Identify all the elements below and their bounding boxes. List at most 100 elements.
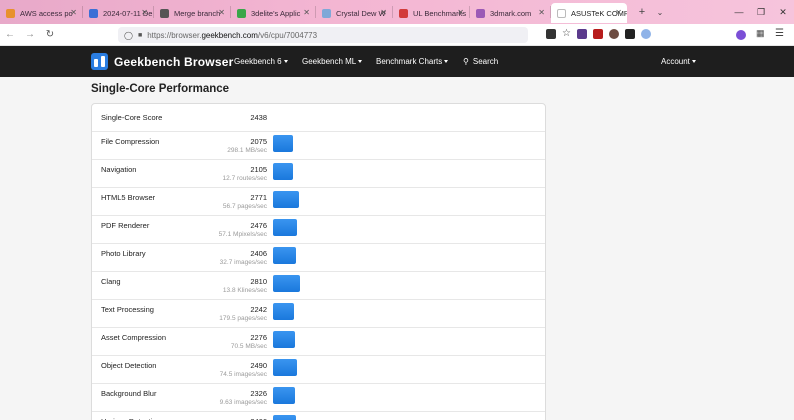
tab-favicon-icon [160,8,169,18]
extension-icon-5[interactable] [640,28,651,39]
score-bar [273,387,295,404]
back-icon[interactable]: ← [0,29,20,40]
workload-score: 2242 [250,305,267,314]
workload-name[interactable]: Asset Compression [101,333,166,342]
browser-tab[interactable]: 3dmark.com ✕ [470,3,550,23]
tab-close-icon[interactable]: ✕ [141,8,148,17]
workload-row: HTML5 Browser 2771 56.7 pages/sec [92,188,545,216]
workload-row: Object Detection 2490 74.5 images/sec [92,356,545,384]
browser-tab[interactable]: ASUSTeK COMPUTE✕ [551,3,627,23]
browser-tab[interactable]: Crystal Dew W ✕ [316,3,392,23]
score-bar [273,163,293,180]
extensions-puzzle-icon[interactable]: ▦ [756,28,765,39]
score-bar [273,331,295,348]
workload-row: Photo Library 2406 32.7 images/sec [92,244,545,272]
tab-label: Merge branch [174,8,221,18]
browser-tab[interactable]: UL Benchmarks ✕ [393,3,469,23]
tab-close-icon[interactable]: ✕ [303,8,310,17]
reload-icon[interactable]: ↻ [40,29,60,40]
url-host: geekbench.com [201,30,258,40]
workload-row: Navigation 2105 12.7 routes/sec [92,160,545,188]
geekbench-logo-icon[interactable] [91,53,108,70]
workload-throughput: 298.1 MB/sec [227,147,267,154]
workload-row: File Compression 2075 298.1 MB/sec [92,132,545,160]
tab-close-icon[interactable]: ✕ [538,8,545,17]
workload-name[interactable]: Photo Library [101,249,146,258]
score-bar [273,135,293,152]
score-bar [273,275,300,292]
workload-throughput: 13.8 Klines/sec [222,287,267,294]
tab-close-icon[interactable]: ✕ [70,8,77,17]
caret-down-icon [283,60,288,64]
workload-name[interactable]: PDF Renderer [101,221,149,230]
menu-geekbench-ml[interactable]: Geekbench ML [302,57,363,66]
workload-name[interactable]: Clang [101,277,121,286]
tab-label: AWS access po [20,8,73,18]
score-bar [273,219,297,236]
new-tab-button[interactable]: + [633,6,651,18]
menu-geekbench6[interactable]: Geekbench 6 [234,57,288,66]
minimize-icon[interactable]: — [728,7,750,17]
browser-tab[interactable]: 3delite's Applic ✕ [231,3,315,23]
workload-row: Horizon Detection2466 [92,412,545,420]
menu-benchmark-charts[interactable]: Benchmark Charts [376,57,449,66]
menu-search[interactable]: ⚲ Search [463,57,498,66]
extension-icon-3[interactable] [608,28,619,39]
workload-name[interactable]: Background Blur [101,389,156,398]
profile-avatar[interactable] [736,30,746,40]
caret-down-icon [691,60,696,64]
extension-icon-4[interactable] [624,28,635,39]
bookmark-star-icon[interactable]: ☆ [562,28,571,39]
score-bar [273,359,297,376]
workload-throughput: 74.5 images/sec [219,371,267,378]
workload-score: 2771 [250,193,267,202]
score-bar [273,415,296,420]
workload-throughput: 12.7 routes/sec [222,175,267,182]
workload-row: Background Blur 2326 9.63 images/sec [92,384,545,412]
browser-tab[interactable]: 2024-07-11 De ✕ [83,3,153,23]
address-bar[interactable]: ◯ ■ https://browser. geekbench.com/v6/cpu… [118,27,528,43]
tab-strip: AWS access po ✕ 2024-07-11 De ✕ Merge branch… [0,0,794,24]
tab-favicon-icon [322,8,331,18]
workload-throughput: 179.5 pages/sec [219,315,267,322]
app-menu-icon[interactable]: ☰ [775,28,784,39]
shield-icon: ◯ [124,30,133,40]
tab-close-icon[interactable]: ✕ [380,8,387,17]
extension-icon-2[interactable] [592,28,603,39]
results-table: Single-Core Score 2438 File Compression 2… [91,103,546,420]
browser-tab[interactable]: AWS access po ✕ [0,3,82,23]
workload-throughput: 9.63 images/sec [219,399,267,406]
workload-throughput: 56.7 pages/sec [222,203,267,210]
browser-toolbar: ← → ↻ ◯ ■ https://browser. geekbench.com /… [0,24,794,46]
menu-geekbench6-label: Geekbench 6 [234,57,282,66]
menu-account[interactable]: Account [661,57,696,66]
workload-name[interactable]: Navigation [101,165,136,174]
menu-geekbench-ml-label: Geekbench ML [302,57,357,66]
workload-name[interactable]: HTML5 Browser [101,193,155,202]
tab-close-icon[interactable]: ✕ [218,8,225,17]
tab-label: Crystal Dew W [336,8,386,18]
forward-icon[interactable]: → [20,29,40,40]
browser-tab[interactable]: Merge branch ✕ [154,3,230,23]
workload-score: 2276 [250,333,267,342]
workload-name[interactable]: File Compression [101,137,159,146]
tab-favicon-icon [89,8,98,18]
tab-close-icon[interactable]: ✕ [457,8,464,17]
site-header: Geekbench Browser Geekbench 6 Geekbench … [0,46,794,77]
workload-throughput: 57.1 Mpixels/sec [218,231,267,238]
score-bar [273,303,294,320]
qr-icon[interactable] [546,28,556,39]
caret-down-icon [358,60,363,64]
brand-link[interactable]: Geekbench Browser [114,55,233,69]
workload-row: Clang 2810 13.8 Klines/sec [92,272,545,300]
tab-list-chevron-icon[interactable]: ⌄ [651,8,669,17]
close-window-icon[interactable]: ✕ [772,7,794,18]
tab-close-icon[interactable]: ✕ [615,8,622,17]
summary-score: 2438 [250,113,267,122]
workload-name[interactable]: Text Processing [101,305,154,314]
workload-name[interactable]: Object Detection [101,361,156,370]
restore-icon[interactable]: ❐ [750,7,772,18]
tab-favicon-icon [6,8,15,18]
tab-label: 3delite's Applic [251,8,301,18]
extension-icon-1[interactable] [576,28,587,39]
